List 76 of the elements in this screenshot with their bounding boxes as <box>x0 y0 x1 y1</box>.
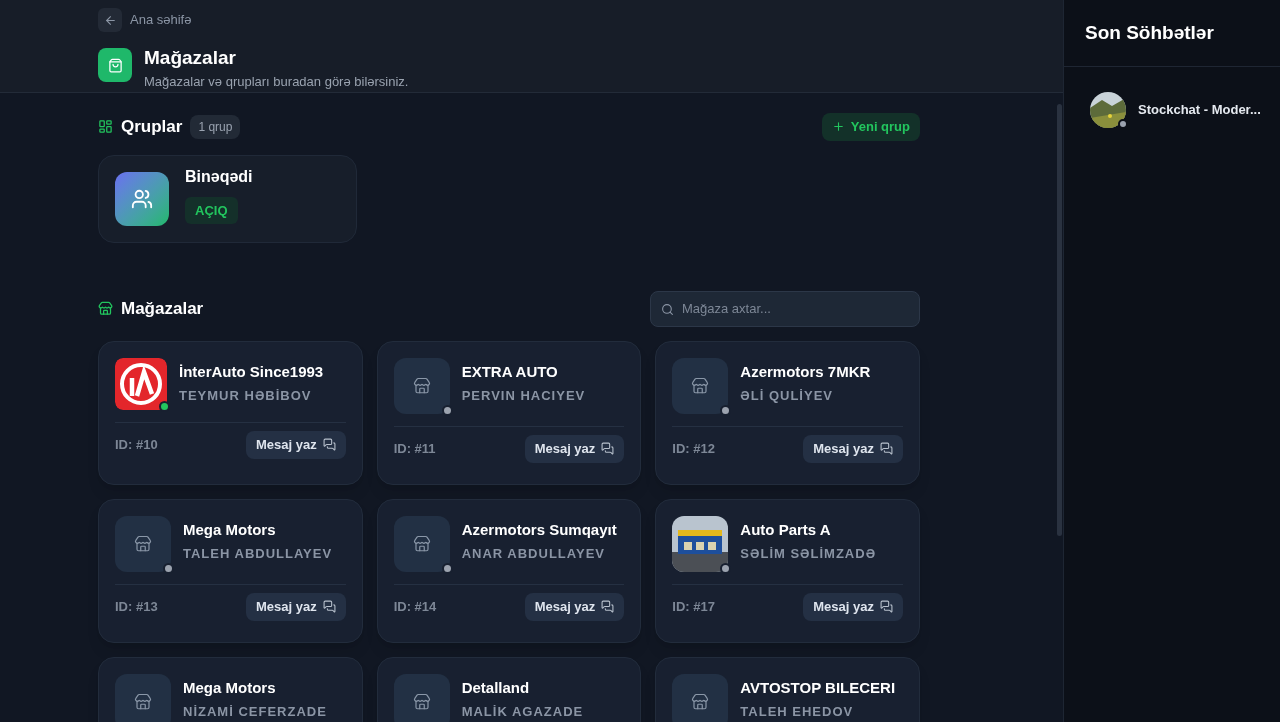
people-icon <box>131 187 153 210</box>
store-card[interactable]: Azermotors Sumqayıt ANAR ABDULLAYEV ID: #14 Mesaj yaz <box>376 498 642 643</box>
back-button[interactable] <box>98 8 122 32</box>
status-badge: AÇIQ <box>185 196 238 225</box>
store-name: Auto Parts A <box>740 519 832 540</box>
search-icon <box>661 302 674 316</box>
store-card[interactable]: İnterAuto Since1993 TEYMUR HƏBİBOV ID: #10 Mesaj yaz <box>98 340 363 485</box>
store-icon <box>98 301 113 316</box>
owner-name: MALİK AGAZADE <box>461 702 584 721</box>
store-name: EXTRA AUTO <box>461 361 559 382</box>
owner-name: TEYMUR HƏBİBOV <box>179 386 313 405</box>
store-icon <box>412 534 431 553</box>
message-button[interactable]: Mesaj yaz <box>803 592 903 621</box>
chat-icon <box>880 600 893 613</box>
groups-icon <box>98 119 113 134</box>
logo-icon <box>115 357 167 410</box>
store-icon <box>412 376 431 395</box>
owner-name: PERVIN HACIYEV <box>461 386 586 405</box>
plus-icon <box>831 120 845 133</box>
store-card[interactable]: Mega Motors TALEH ABDULLAYEV ID: #13 Mesaj yaz <box>98 498 363 643</box>
store-id: ID: #10 <box>115 435 158 454</box>
section-title: Mağazalar <box>121 297 204 320</box>
back-link[interactable]: Ana səhifə <box>130 10 192 30</box>
chat-icon <box>601 442 615 455</box>
store-name: Azermotors Sumqayıt <box>461 519 617 540</box>
store-icon <box>134 534 152 553</box>
owner-name: TALEH ABDULLAYEV <box>183 544 333 563</box>
panel-title: Son Söhbətlər <box>1085 20 1214 45</box>
store-name: İnterAuto Since1993 <box>179 361 324 382</box>
back-arrow-icon <box>103 13 117 27</box>
store-name: Detalland <box>461 677 531 698</box>
owner-name: TALEH EHEDOV <box>740 702 855 721</box>
store-id: ID: #14 <box>393 597 437 616</box>
store-card[interactable]: Auto Parts A SƏLİM SƏLİMZADƏ ID: #17 Mesaj yaz <box>655 498 920 643</box>
store-name: Mega Motors <box>183 519 277 540</box>
owner-name: ANAR ABDULLAYEV <box>461 544 606 563</box>
owner-name: SƏLİM SƏLİMZADƏ <box>740 544 877 563</box>
message-button[interactable]: Mesaj yaz <box>245 430 346 459</box>
message-button[interactable]: Mesaj yaz <box>245 592 346 621</box>
chat-icon <box>880 442 893 455</box>
message-button[interactable]: Mesaj yaz <box>524 592 625 621</box>
scrollbar[interactable] <box>1057 104 1062 536</box>
store-id: ID: #13 <box>115 597 158 616</box>
store-id: ID: #12 <box>672 439 715 458</box>
store-name: AVTOSTOP BILECERI <box>740 677 896 698</box>
new-group-button[interactable]: Yeni qrup <box>821 112 920 141</box>
store-card[interactable]: Detalland MALİK AGAZADE <box>376 656 642 722</box>
chat-item[interactable]: Stockchat - Moder... <box>1064 92 1280 128</box>
owner-name: ƏLİ QULİYEV <box>740 386 834 405</box>
store-id: ID: #11 <box>393 439 436 458</box>
message-button[interactable]: Mesaj yaz <box>524 434 625 463</box>
store-name: Mega Motors <box>183 677 277 698</box>
page-subtitle: Mağazalar və qrupları buradan görə bilərsiniz. <box>144 73 409 91</box>
chat-icon <box>322 438 336 451</box>
store-card[interactable]: AVTOSTOP BILECERI TALEH EHEDOV <box>655 656 920 722</box>
store-icon <box>412 692 431 711</box>
chat-name: Stockchat - Moder... <box>1138 101 1261 120</box>
group-name: Binəqədi <box>185 166 253 187</box>
chat-icon <box>322 600 336 613</box>
store-id: ID: #17 <box>672 597 715 616</box>
store-icon <box>691 692 710 711</box>
page-title: Mağazalar <box>144 46 237 70</box>
store-icon <box>134 692 152 711</box>
group-card[interactable]: Binəqədi AÇIQ <box>98 154 357 243</box>
store-card[interactable]: Mega Motors NİZAMİ CEFERZADE <box>98 656 363 722</box>
owner-name: NİZAMİ CEFERZADE <box>183 702 327 721</box>
store-icon <box>691 376 710 395</box>
group-count: 1 qrup <box>190 114 241 139</box>
store-name: Azermotors 7MKR <box>740 361 871 382</box>
message-button[interactable]: Mesaj yaz <box>803 434 903 463</box>
store-card[interactable]: Azermotors 7MKR ƏLİ QULİYEV ID: #12 Mesaj yaz <box>655 340 920 485</box>
search-field[interactable]: Mağaza axtar... <box>650 290 920 327</box>
chat-icon <box>601 600 615 613</box>
section-title: Qruplar <box>121 115 183 138</box>
store-card[interactable]: EXTRA AUTO PERVIN HACIYEV ID: #11 Mesaj yaz <box>376 340 642 485</box>
shopping-bag-icon <box>107 57 123 73</box>
